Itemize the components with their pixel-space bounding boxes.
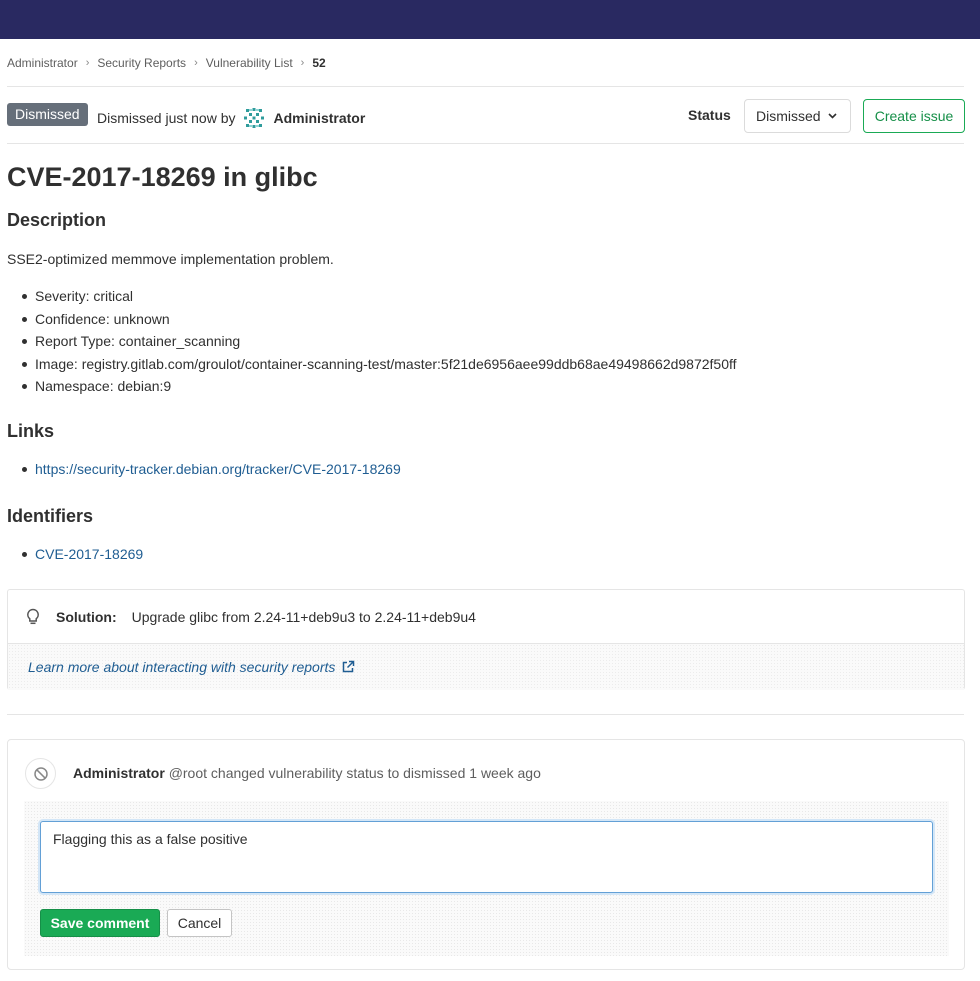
- links-heading: Links: [7, 421, 55, 441]
- list-item: Confidence: unknown: [22, 308, 737, 331]
- system-note-icon: [25, 758, 56, 789]
- lightbulb-icon: [27, 608, 39, 624]
- identifiers-list: CVE-2017-18269: [22, 543, 143, 566]
- page-title: CVE-2017-18269 in glibc: [7, 162, 318, 192]
- divider: [7, 143, 964, 144]
- comment-textarea[interactable]: Flagging this as a false positive: [40, 821, 933, 893]
- create-issue-button[interactable]: Create issue: [863, 99, 965, 133]
- breadcrumb-item-current[interactable]: 52: [312, 56, 325, 70]
- external-link-icon[interactable]: [341, 660, 355, 674]
- system-note: Administrator @root changed vulnerabilit…: [73, 765, 541, 781]
- breadcrumb-item-vulnerability-list[interactable]: Vulnerability List: [206, 56, 293, 70]
- status-badge: Dismissed: [7, 103, 88, 126]
- note-author[interactable]: Administrator: [73, 765, 165, 781]
- status-dropdown[interactable]: Dismissed: [744, 99, 851, 133]
- divider: [7, 86, 964, 87]
- status-dropdown-value: Dismissed: [756, 108, 821, 124]
- solution-label: Solution:: [56, 608, 117, 625]
- list-item: Report Type: container_scanning: [22, 330, 737, 353]
- chevron-right-icon: ›: [85, 57, 90, 69]
- security-tracker-link[interactable]: https://security-tracker.debian.org/trac…: [35, 461, 401, 477]
- save-comment-button[interactable]: Save comment: [40, 909, 160, 937]
- identifiers-heading: Identifiers: [7, 506, 94, 526]
- links-list: https://security-tracker.debian.org/trac…: [22, 458, 401, 481]
- learn-more-link[interactable]: Learn more about interacting with securi…: [28, 659, 335, 675]
- list-item: https://security-tracker.debian.org/trac…: [22, 458, 401, 481]
- chevron-right-icon: ›: [194, 57, 198, 69]
- list-item: CVE-2017-18269: [22, 543, 143, 566]
- cancel-icon: [33, 766, 48, 781]
- description-heading: Description: [7, 210, 107, 230]
- reply-form: Flagging this as a false positive Save c…: [24, 801, 949, 956]
- cancel-button[interactable]: Cancel: [167, 909, 232, 937]
- user-name[interactable]: Administrator: [274, 110, 366, 126]
- breadcrumb: Administrator › Security Reports › Vulne…: [7, 55, 326, 71]
- list-item: Image: registry.gitlab.com/groulot/conta…: [22, 353, 737, 376]
- breadcrumb-item-administrator[interactable]: Administrator: [7, 56, 78, 70]
- solution-card: Solution: Upgrade glibc from 2.24-11+deb…: [7, 589, 965, 690]
- dismissed-info: Dismissed just now by Administrator: [97, 106, 365, 130]
- divider: [7, 714, 964, 715]
- list-item: Namespace: debian:9: [22, 375, 737, 398]
- chevron-down-icon: [828, 111, 837, 122]
- solution-row: Solution: Upgrade glibc from 2.24-11+deb…: [8, 590, 964, 644]
- description-text: SSE2-optimized memmove implementation pr…: [7, 251, 334, 267]
- details-list: Severity: critical Confidence: unknown R…: [22, 285, 737, 398]
- status-label: Status: [688, 107, 731, 123]
- discussion-card: Administrator @root changed vulnerabilit…: [7, 739, 965, 970]
- dismissed-text: Dismissed just now by: [97, 110, 236, 126]
- chevron-right-icon: ›: [300, 57, 305, 69]
- top-navbar: [0, 0, 980, 39]
- note-body: @root changed vulnerability status to di…: [168, 765, 541, 781]
- identifier-link[interactable]: CVE-2017-18269: [35, 546, 143, 562]
- list-item: Severity: critical: [22, 285, 737, 308]
- solution-text: Upgrade glibc from 2.24-11+deb9u3 to 2.2…: [131, 608, 476, 625]
- learn-more-row: Learn more about interacting with securi…: [8, 644, 964, 690]
- avatar[interactable]: [241, 106, 266, 130]
- breadcrumb-item-security-reports[interactable]: Security Reports: [97, 56, 186, 70]
